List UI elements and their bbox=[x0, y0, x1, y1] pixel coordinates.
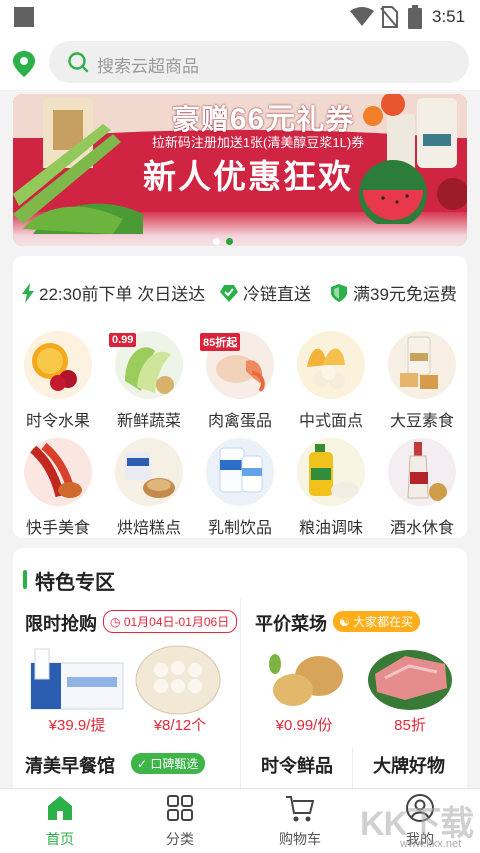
wifi-icon bbox=[350, 7, 374, 26]
category-grain-oil[interactable]: 粮油调味 bbox=[291, 438, 371, 538]
carousel-dot[interactable] bbox=[213, 238, 220, 245]
tab-cart[interactable]: 购物车 bbox=[255, 793, 345, 849]
category-meat-eggs[interactable]: 85折起 肉禽蛋品 bbox=[200, 331, 280, 431]
dairy-thumbnail bbox=[206, 438, 274, 506]
category-pastry[interactable]: 中式面点 bbox=[291, 331, 371, 431]
category-vegetables[interactable]: 0.99 新鲜蔬菜 bbox=[109, 331, 189, 431]
tab-label: 首页 bbox=[46, 831, 74, 847]
popular-badge: ☯ 大家都在买 bbox=[333, 611, 421, 632]
category-drinks-snacks[interactable]: 酒水休食 bbox=[382, 438, 462, 538]
thumbs-up-icon: ✓ bbox=[137, 757, 148, 771]
category-label: 新鲜蔬菜 bbox=[116, 413, 181, 430]
cart-icon bbox=[286, 796, 315, 822]
lightning-icon bbox=[22, 283, 34, 303]
feature-cold-chain: 冷链直送 bbox=[219, 280, 311, 305]
search-placeholder: 搜索云超商品 bbox=[97, 57, 199, 76]
shield-icon bbox=[331, 284, 347, 302]
seasonal-title[interactable]: 时令鲜品 bbox=[261, 752, 333, 778]
location-pin-icon[interactable] bbox=[12, 50, 36, 78]
tab-home[interactable]: 首页 bbox=[15, 793, 105, 849]
divider bbox=[240, 598, 241, 808]
soy-thumbnail bbox=[388, 331, 456, 399]
status-bar: 3:51 bbox=[0, 0, 480, 34]
category-dairy[interactable]: 乳制饮品 bbox=[200, 438, 280, 538]
notification-icon bbox=[14, 7, 34, 27]
product-price: ¥8/12个 bbox=[153, 717, 207, 734]
reputation-badge: ✓ 口碑甄选 bbox=[131, 753, 206, 774]
tab-label: 分类 bbox=[166, 831, 194, 847]
cheap-market-title: 平价菜场 bbox=[255, 614, 327, 634]
search-bar[interactable]: 搜索云超商品 bbox=[49, 41, 469, 83]
flash-sale-date: ◷ 01月04日-01月06日 bbox=[103, 610, 238, 633]
banner-headline: 新人优惠狂欢 bbox=[143, 158, 353, 195]
discount-tag: 85折起 bbox=[200, 333, 241, 351]
category-label: 酒水休食 bbox=[389, 520, 454, 537]
bakery-thumbnail bbox=[115, 438, 183, 506]
promo-banner[interactable]: 豪赠66元礼券 拉新码注册加送1张(清美醇豆浆1L)券 新人优惠狂欢 bbox=[13, 94, 467, 246]
fruit-thumbnail bbox=[24, 331, 92, 399]
clock-icon: ◷ bbox=[110, 615, 121, 629]
pastry-thumbnail bbox=[297, 331, 365, 399]
potato-image bbox=[269, 654, 343, 706]
no-sim-icon bbox=[380, 6, 398, 28]
category-card: 22:30前下单 次日送达 冷链直送 满39元免运费 时令水果 0.99 新鲜蔬… bbox=[13, 256, 467, 538]
breakfast-title: 清美早餐馆 bbox=[25, 756, 115, 776]
grain-oil-thumbnail bbox=[297, 438, 365, 506]
product-price: ¥39.9/提 bbox=[48, 717, 106, 734]
category-quick-meals[interactable]: 快手美食 bbox=[18, 438, 98, 538]
grid-icon bbox=[167, 795, 193, 821]
section-title: 特色专区 bbox=[23, 566, 115, 595]
category-label: 大豆素食 bbox=[389, 413, 454, 430]
battery-icon bbox=[408, 5, 422, 29]
clock: 3:51 bbox=[432, 7, 466, 26]
product-price: ¥0.99/份 bbox=[275, 717, 333, 734]
search-icon bbox=[68, 52, 89, 73]
product-discount: 85折 bbox=[394, 717, 426, 734]
watermark-url: www.kkx.net bbox=[400, 838, 462, 850]
flash-sale-title: 限时抢购 bbox=[25, 614, 97, 634]
category-label: 快手美食 bbox=[25, 520, 90, 537]
category-label: 中式面点 bbox=[298, 413, 363, 430]
tab-label: 购物车 bbox=[279, 831, 321, 847]
carousel-indicator bbox=[213, 232, 239, 246]
brands-title[interactable]: 大牌好物 bbox=[373, 752, 445, 778]
milk-box-image bbox=[30, 648, 124, 710]
check-heart-icon bbox=[220, 285, 238, 302]
category-label: 乳制饮品 bbox=[207, 520, 272, 537]
price-tag: 0.99 bbox=[109, 333, 137, 347]
category-bakery[interactable]: 烘焙糕点 bbox=[109, 438, 189, 538]
category-label: 肉禽蛋品 bbox=[207, 413, 272, 430]
feature-free-shipping: 满39元免运费 bbox=[329, 280, 457, 305]
pork-chop-image bbox=[368, 650, 452, 710]
category-soy[interactable]: 大豆素食 bbox=[382, 331, 462, 431]
app-header: 搜索云超商品 bbox=[0, 34, 480, 90]
feature-fast-delivery: 22:30前下单 次日送达 bbox=[21, 280, 205, 305]
carousel-dot[interactable] bbox=[226, 238, 233, 245]
drinks-snacks-thumbnail bbox=[388, 438, 456, 506]
quick-meals-thumbnail bbox=[24, 438, 92, 506]
tab-category[interactable]: 分类 bbox=[135, 793, 225, 849]
category-label: 粮油调味 bbox=[298, 520, 363, 537]
home-icon bbox=[48, 796, 72, 820]
banner-subtitle: 拉新码注册加送1张(清美醇豆浆1L)券 bbox=[151, 135, 365, 150]
category-label: 时令水果 bbox=[25, 413, 90, 430]
featured-section: 特色专区 限时抢购 ◷ 01月04日-01月06日 ¥39.9/提 ¥8/12个… bbox=[13, 548, 467, 808]
category-label: 烘焙糕点 bbox=[116, 520, 181, 537]
cart-icon: ☯ bbox=[339, 615, 350, 629]
dumpling-plate-image bbox=[135, 645, 221, 715]
category-fruit[interactable]: 时令水果 bbox=[18, 331, 98, 431]
